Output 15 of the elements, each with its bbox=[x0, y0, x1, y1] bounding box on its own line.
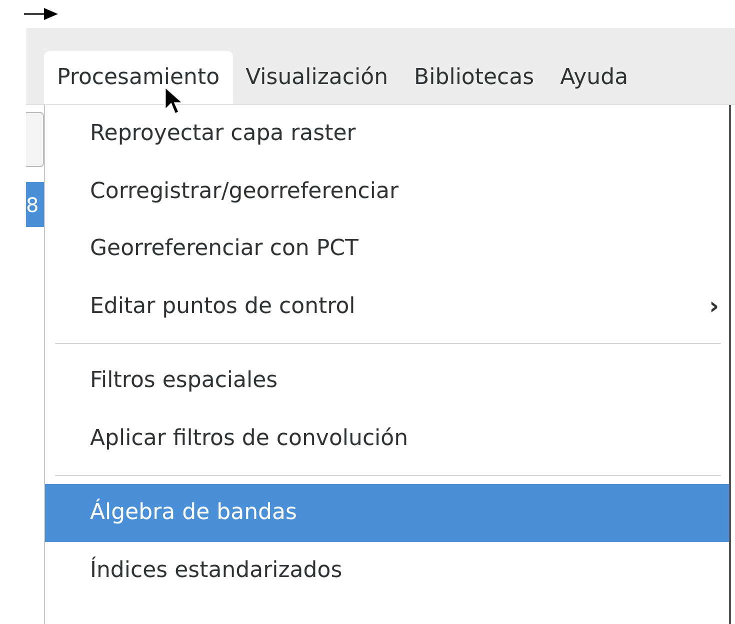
menu-item[interactable]: Georreferenciar con PCT bbox=[45, 220, 729, 278]
menu-item[interactable]: Reproyectar capa raster bbox=[45, 105, 729, 162]
menu-item[interactable]: Editar puntos de control › bbox=[45, 278, 729, 335]
menu-tab[interactable]: Ayuda bbox=[547, 51, 642, 104]
side-button[interactable] bbox=[26, 112, 44, 167]
menu-item[interactable]: Filtros espaciales bbox=[45, 352, 729, 410]
table-cell: 8 bbox=[26, 182, 44, 227]
menu-tab[interactable]: Bibliotecas bbox=[401, 51, 548, 104]
submenu-arrow: › bbox=[709, 292, 719, 320]
menu-tab[interactable]: Procesamiento bbox=[44, 51, 233, 104]
menu-item[interactable]: Corregistrar/georreferenciar bbox=[45, 162, 729, 220]
menu-tab[interactable]: Visualización bbox=[232, 51, 402, 104]
arrow-icon bbox=[24, 8, 58, 20]
menu-item[interactable]: Índices estandarizados bbox=[45, 542, 729, 599]
menu-item[interactable]: Aplicar filtros de convolución bbox=[45, 410, 729, 467]
